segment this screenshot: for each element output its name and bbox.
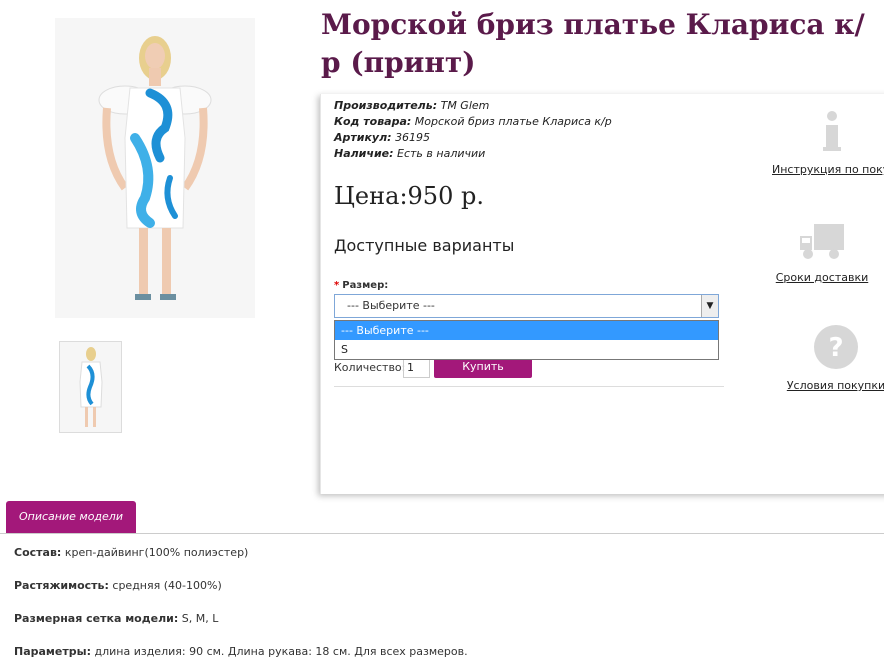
description-key: Растяжимость: — [14, 579, 109, 592]
info-icon — [823, 111, 841, 151]
required-mark: * — [334, 280, 340, 291]
meta-value: Есть в наличии — [397, 147, 486, 160]
meta-row-article: Артикул: 36195 — [334, 130, 612, 146]
terms-link[interactable]: Условия покупки — [787, 379, 884, 392]
meta-key: Производитель: — [334, 99, 438, 112]
meta-value: Морской бриз платье Клариса к/р — [414, 115, 612, 128]
size-select[interactable]: --- Выберите --- ▼ — [334, 294, 719, 318]
page-title: Морской бриз платье Клариса к/р (принт) — [321, 8, 865, 79]
meta-key: Наличие: — [334, 147, 394, 160]
description-line: Размерная сетка модели: S, M, L — [14, 612, 218, 625]
description-key: Состав: — [14, 546, 62, 559]
description-value: средняя (40-100%) — [112, 579, 222, 592]
size-option[interactable]: --- Выберите --- — [335, 321, 718, 340]
instruction-link[interactable]: Инструкция по покупке — [772, 163, 884, 176]
quantity-input[interactable]: 1 — [403, 358, 430, 378]
description-value: креп-дайвинг(100% полиэстер) — [64, 546, 249, 559]
tab-divider — [0, 533, 884, 534]
description-key: Размерная сетка модели: — [14, 612, 179, 625]
product-price: Цена:950 р. — [334, 182, 484, 210]
meta-key: Артикул: — [334, 131, 392, 144]
product-main-image[interactable] — [55, 18, 255, 318]
delivery-link[interactable]: Сроки доставки — [776, 271, 869, 284]
variants-heading: Доступные варианты — [334, 236, 515, 255]
tab-description[interactable]: Описание модели — [6, 501, 136, 533]
size-label: * Размер: — [334, 280, 388, 291]
meta-row-code: Код товара: Морской бриз платье Клариса … — [334, 114, 612, 130]
size-select-value: --- Выберите --- — [347, 299, 435, 312]
size-label-text: Размер: — [342, 280, 389, 291]
description-value: S, M, L — [181, 612, 219, 625]
instruction-block: Инструкция по покупке — [772, 110, 884, 177]
size-option[interactable]: S — [335, 340, 718, 359]
delivery-block: Сроки доставки — [762, 222, 882, 285]
meta-value: 36195 — [395, 131, 431, 144]
meta-key: Код товара: — [334, 115, 412, 128]
description-line: Состав: креп-дайвинг(100% полиэстер) — [14, 546, 248, 559]
size-dropdown-list: --- Выберите --- S — [334, 320, 719, 360]
chevron-down-icon[interactable]: ▼ — [701, 295, 718, 317]
thumbnail-illustration — [60, 342, 121, 432]
description-value: длина изделия: 90 см. Длина рукава: 18 с… — [94, 645, 468, 658]
svg-text:?: ? — [828, 333, 843, 363]
question-icon: ? — [814, 325, 858, 369]
divider — [334, 386, 724, 387]
description-line: Растяжимость: средняя (40-100%) — [14, 579, 222, 592]
product-info-panel: Производитель: TM Glem Код товара: Морск… — [320, 94, 884, 494]
quantity-label: Количество: — [334, 361, 406, 374]
product-thumbnail[interactable] — [59, 341, 122, 433]
meta-row-manufacturer: Производитель: TM Glem — [334, 98, 612, 114]
terms-block: ? Условия покупки — [776, 324, 884, 393]
description-line: Параметры: длина изделия: 90 см. Длина р… — [14, 645, 468, 658]
dress-photo-illustration — [55, 18, 255, 318]
meta-row-availability: Наличие: Есть в наличии — [334, 146, 612, 162]
description-key: Параметры: — [14, 645, 91, 658]
truck-icon — [800, 224, 844, 259]
product-meta: Производитель: TM Glem Код товара: Морск… — [334, 98, 612, 162]
meta-value[interactable]: TM Glem — [441, 99, 490, 112]
